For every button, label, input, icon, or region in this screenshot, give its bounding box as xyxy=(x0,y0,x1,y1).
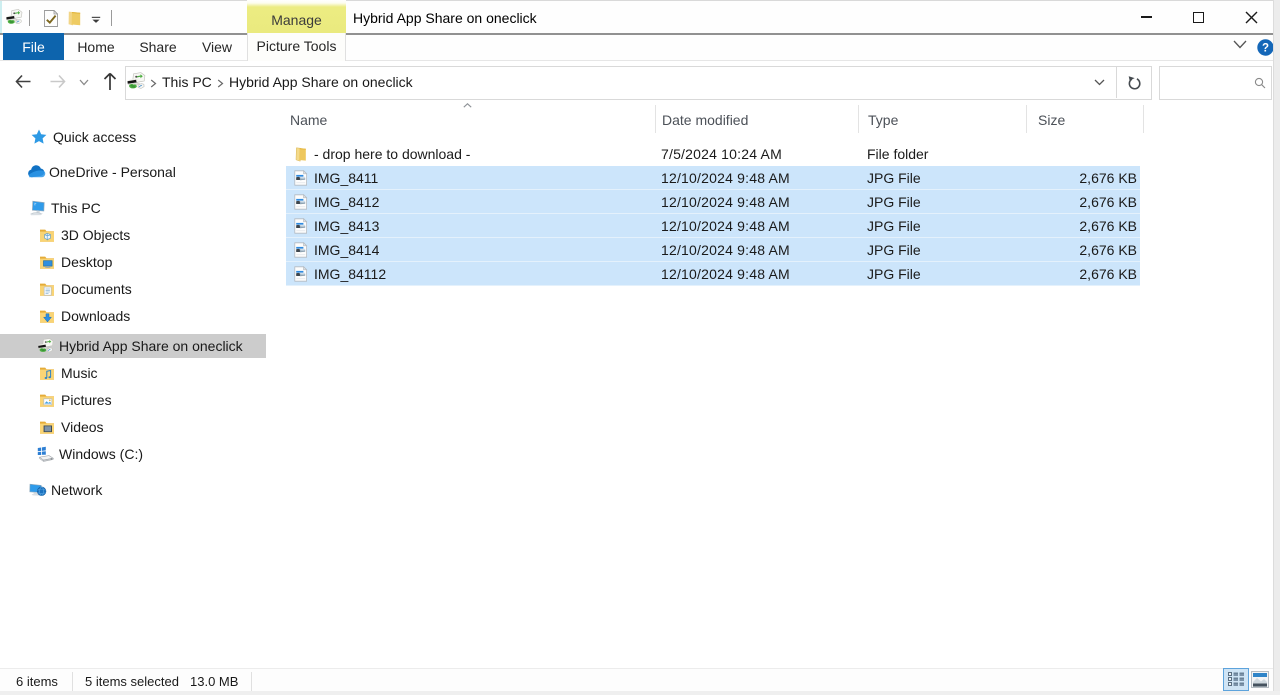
svg-text:?: ? xyxy=(1262,43,1269,55)
